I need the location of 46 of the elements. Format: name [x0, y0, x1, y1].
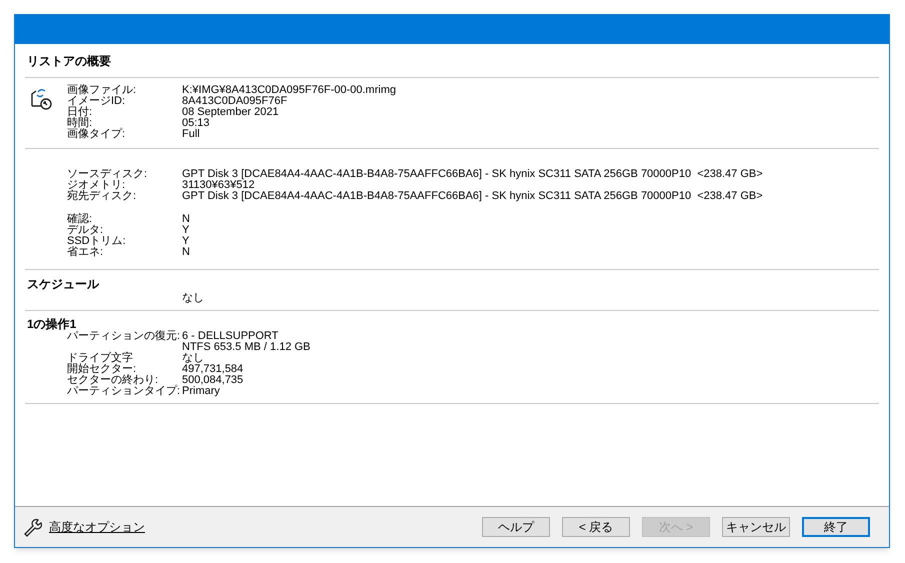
field-value: Y: [182, 225, 190, 236]
field-label: パーティションの復元:: [67, 331, 182, 344]
field-value: なし: [182, 353, 204, 364]
field-label: ドライブ文字: [67, 353, 134, 364]
dialog-button[interactable]: ヘルプ: [482, 517, 550, 537]
field-value: Y: [182, 236, 190, 247]
field-label: ジオメトリ:: [67, 180, 126, 191]
field-label: 確認:: [67, 214, 92, 225]
field-label: イメージID:: [67, 96, 126, 107]
field-value: N: [182, 214, 190, 225]
field-label: 時間:: [67, 118, 92, 129]
section-heading: リストアの概要: [26, 53, 112, 70]
field-value: なし: [181, 291, 205, 304]
field-label: 開始セクター:: [67, 364, 138, 375]
field-value: GPT Disk 3 [DCAE84A4-4AAC-4A1B-B4A8-75AAFFC66BA6] - SK hynix SC311 SATA 256GB 70000P10 <238.47 GB>: [182, 169, 763, 180]
field-value: NTFS 653.5 MB / 1.12 GB: [182, 342, 310, 353]
field-label: パーティションタイプ:: [67, 386, 182, 397]
field-value: GPT Disk 3 [DCAE84A4-4AAC-4A1B-B4A8-75AAFFC66BA6] - SK hynix SC311 SATA 256GB 70000P10 <238.47 GB>: [182, 191, 763, 202]
field-value: 31130¥63¥512: [182, 180, 255, 191]
dialog-button[interactable]: キャンセル: [722, 517, 790, 537]
field-value: 6 - DELLSUPPORT: [182, 331, 280, 342]
field-value: N: [182, 247, 190, 258]
field-value: 08 September 2021: [182, 107, 279, 118]
field-label: 画像ファイル:: [67, 85, 138, 96]
restore-disk-icon: [29, 86, 53, 110]
field-label: セクターの終わり:: [67, 375, 160, 386]
section-heading: スケジュール: [26, 278, 100, 290]
field-value: 05:13: [182, 118, 210, 129]
field-label: ソースディスク:: [67, 169, 148, 180]
field-value: 497,731,584: [182, 364, 244, 375]
field-value: K:¥IMG¥8A413C0DA095F76F-00-00.mrimg: [182, 85, 396, 96]
field-value: 500,084,735: [182, 375, 244, 386]
field-label: 省エネ:: [67, 247, 104, 258]
field-label: 画像タイプ:: [67, 129, 126, 140]
field-value: Primary: [182, 386, 220, 397]
field-label: 宛先ディスク:: [67, 191, 138, 202]
dialog-button[interactable]: 終了: [802, 517, 870, 537]
field-label: デルタ:: [67, 225, 104, 236]
section-heading: 1の操作1: [26, 318, 78, 330]
field-value: Full: [182, 129, 200, 140]
dialog-button[interactable]: < 戻る: [562, 517, 630, 537]
field-label: SSDトリム:: [67, 236, 127, 247]
field-label: 日付:: [67, 107, 94, 118]
advanced-options-link[interactable]: 高度なオプション: [49, 521, 145, 533]
wrench-icon: [23, 517, 43, 537]
field-value: 8A413C0DA095F76F: [182, 96, 288, 107]
